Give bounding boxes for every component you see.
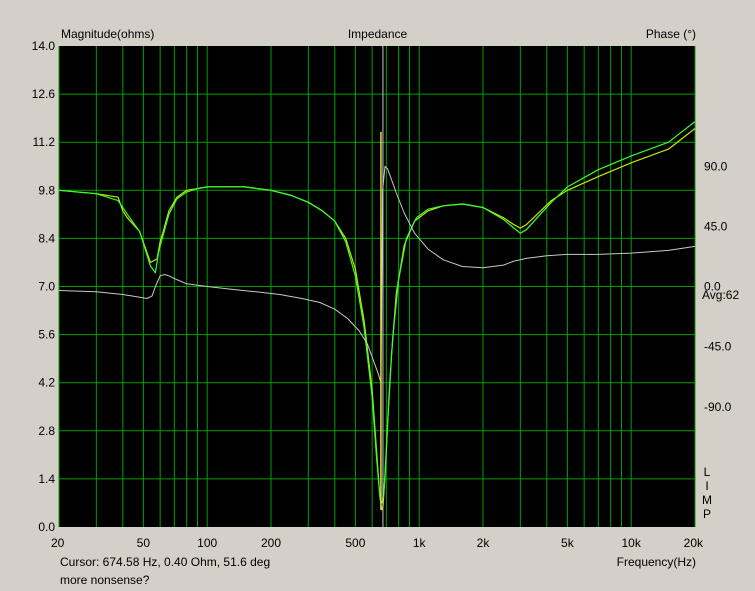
y-tick-label: 7.0 (38, 280, 55, 294)
x-tick-label: 100 (197, 536, 217, 550)
right-axis-label: Phase (°) (645, 27, 696, 41)
x-tick-label: 1k (413, 536, 427, 550)
avg-label: Avg:62 (702, 288, 740, 302)
note-text: more nonsense? (60, 573, 150, 587)
y-tick-label: 11.2 (33, 135, 56, 149)
x-tick-label: 200 (261, 536, 281, 550)
x-tick-label: 5k (561, 536, 575, 550)
impedance-chart: 0.0 1.4 2.8 4.2 5.6 7.0 8.4 9.8 11.2 12.6 14.0 90.0… (32, 39, 732, 550)
y-tick-label: 0.0 (38, 520, 55, 534)
y-tick-label: 2.8 (38, 424, 55, 438)
left-axis-label: Magnitude(ohms) (61, 27, 155, 41)
limp-letter: I (705, 479, 709, 493)
x-tick-label: 10k (622, 536, 642, 550)
y2-tick-label: -90.0 (704, 400, 732, 414)
x-tick-label: 50 (137, 536, 151, 550)
limp-letter: L (703, 465, 711, 479)
y2-tick-label: 90.0 (704, 159, 728, 173)
y2-tick-label: -45.0 (704, 340, 732, 354)
y2-tick-label: 45.0 (704, 219, 728, 233)
x-tick-label: 2k (477, 536, 491, 550)
y-tick-label: 5.6 (38, 328, 55, 342)
y-tick-label: 9.8 (38, 183, 55, 197)
y-tick-label: 8.4 (38, 231, 55, 245)
limp-letter: P (702, 507, 711, 521)
y-tick-label: 1.4 (38, 472, 55, 486)
x-axis-label: Frequency(Hz) (616, 555, 696, 569)
y-tick-label: 12.6 (32, 87, 56, 101)
limp-letter: M (702, 493, 712, 507)
x-tick-label: 20 (51, 536, 65, 550)
y-tick-label: 4.2 (38, 376, 55, 390)
y-tick-label: 14.0 (32, 39, 56, 53)
limp-label: L I M P (701, 465, 713, 521)
x-tick-label: 20k (684, 536, 704, 550)
x-tick-label: 500 (345, 536, 365, 550)
cursor-readout: Cursor: 674.58 Hz, 0.40 Ohm, 51.6 deg (60, 555, 271, 569)
